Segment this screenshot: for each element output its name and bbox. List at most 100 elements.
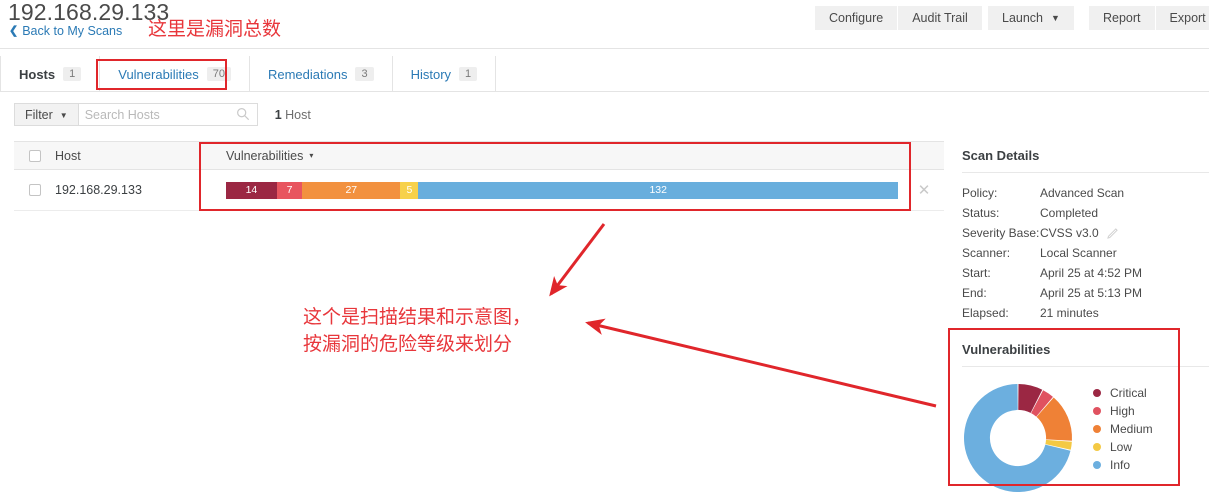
scan-detail-value-text: CVSS v3.0: [1040, 226, 1099, 240]
severity-segment-critical[interactable]: 14: [226, 181, 277, 199]
legend-item-high[interactable]: High: [1093, 402, 1153, 420]
legend-label: Low: [1110, 440, 1133, 454]
scan-detail-value: Local Scanner: [1040, 243, 1117, 263]
launch-button[interactable]: Launch ▼: [988, 6, 1074, 30]
scan-detail-value-text: 21 minutes: [1040, 306, 1099, 320]
severity-segment-medium[interactable]: 27: [302, 181, 401, 199]
scan-detail-key: Status:: [962, 206, 1000, 220]
column-header-host[interactable]: Host: [55, 149, 226, 163]
scan-detail-row: Status: Completed: [962, 203, 1202, 223]
scan-detail-value: April 25 at 5:13 PM: [1040, 283, 1142, 303]
scan-detail-row: Start: April 25 at 4:52 PM: [962, 263, 1202, 283]
scan-detail-value-text: Completed: [1040, 206, 1099, 220]
tab-vulnerabilities-label: Vulnerabilities: [118, 66, 199, 82]
scan-detail-value-text: Advanced Scan: [1040, 186, 1125, 200]
severity-bar[interactable]: 14 7 27 5 132: [226, 181, 898, 199]
tab-hosts[interactable]: Hosts 1: [0, 56, 101, 92]
legend-label: High: [1110, 404, 1135, 418]
row-checkbox[interactable]: [28, 184, 41, 196]
vulnerabilities-panel-divider: [962, 366, 1209, 367]
select-all-cell: [14, 149, 55, 162]
row-select-cell: [14, 184, 55, 196]
launch-button-group: Launch ▼: [988, 6, 1074, 30]
tab-remediations-label: Remediations: [267, 66, 348, 82]
scan-results-page: 192.168.29.133 ❮ Back to My Scans Config…: [0, 0, 1209, 500]
scan-detail-key: Policy:: [962, 186, 998, 200]
legend-label: Info: [1110, 458, 1131, 472]
header-buttons-left: Configure Audit Trail: [815, 6, 982, 30]
severity-segment-high[interactable]: 7: [276, 181, 303, 199]
tab-bar-divider: [0, 91, 1209, 92]
scan-details-divider: [962, 172, 1209, 173]
annotation-arrow-1: [549, 223, 606, 297]
legend-item-low[interactable]: Low: [1093, 438, 1153, 456]
search-input[interactable]: [78, 104, 227, 125]
chevron-down-icon: ▼: [1051, 13, 1060, 23]
tab-hosts-label: Hosts: [19, 66, 56, 82]
legend-item-critical[interactable]: Critical: [1093, 384, 1153, 402]
scan-detail-row: Scanner: Local Scanner: [962, 243, 1202, 263]
audit-trail-button[interactable]: Audit Trail: [897, 6, 982, 30]
tab-history-count: 1: [459, 67, 478, 81]
scan-detail-key: Elapsed:: [962, 306, 1009, 320]
column-header-vulnerabilities-label: Vulnerabilities: [226, 148, 304, 163]
table-row[interactable]: 192.168.29.133 14 7 27 5 132 ✕: [14, 170, 944, 211]
scan-detail-key: Start:: [962, 266, 991, 280]
legend-dot-low: [1093, 443, 1101, 451]
scan-detail-value: CVSS v3.0: [1040, 223, 1118, 243]
filter-bar: Filter ▼ 1 Host: [14, 103, 311, 126]
back-link-label: Back to My Scans: [22, 24, 123, 38]
scan-detail-key: Severity Base:: [962, 226, 1040, 240]
chevron-left-icon: ❮: [9, 24, 19, 37]
sort-caret-icon: ▾: [309, 151, 314, 160]
host-count: 1 Host: [275, 108, 311, 122]
legend-item-info[interactable]: Info: [1093, 456, 1153, 474]
page-title: 192.168.29.133: [8, 0, 170, 25]
filter-label: Filter: [25, 107, 53, 122]
severity-segment-low[interactable]: 5: [400, 181, 419, 199]
header-buttons-right: Report Export: [1089, 6, 1209, 30]
row-host: 192.168.29.133: [55, 183, 142, 197]
tab-vulnerabilities-count: 70: [206, 67, 231, 81]
search-icon[interactable]: [236, 107, 250, 121]
tab-history[interactable]: History 1: [393, 56, 497, 92]
tab-vulnerabilities[interactable]: Vulnerabilities 70: [100, 56, 250, 92]
legend-dot-high: [1093, 407, 1101, 415]
scan-detail-value-text: Local Scanner: [1040, 246, 1117, 260]
vulnerabilities-donut-chart[interactable]: [962, 382, 1074, 499]
scan-detail-value: 21 minutes: [1040, 303, 1099, 323]
scan-detail-row: End: April 25 at 5:13 PM: [962, 283, 1202, 303]
vulnerabilities-panel: Vulnerabilities: [962, 342, 1209, 377]
legend-dot-medium: [1093, 425, 1101, 433]
close-icon[interactable]: ✕: [904, 183, 944, 198]
hosts-table: Host Vulnerabilities ▾ 192.168.29.133 14…: [14, 141, 944, 211]
scan-detail-value: Completed: [1040, 203, 1098, 223]
scan-details-title: Scan Details: [962, 148, 1040, 163]
back-to-my-scans-link[interactable]: ❮ Back to My Scans: [9, 24, 122, 38]
scan-details-panel: Scan Details Policy: Advanced Scan Status:…: [962, 148, 1209, 323]
donut-legend: Critical High Medium Low Info: [1093, 384, 1153, 474]
row-vulnerabilities-cell: 14 7 27 5 132: [226, 181, 904, 199]
scan-detail-value-text: April 25 at 5:13 PM: [1040, 286, 1143, 300]
scan-detail-value-text: April 25 at 4:52 PM: [1040, 266, 1143, 280]
legend-item-medium[interactable]: Medium: [1093, 420, 1153, 438]
pencil-icon[interactable]: [1106, 227, 1118, 239]
scan-detail-key: End:: [962, 286, 987, 300]
report-button[interactable]: Report: [1089, 6, 1155, 30]
severity-segment-info[interactable]: 132: [418, 181, 898, 199]
configure-button[interactable]: Configure: [815, 6, 898, 30]
scan-detail-value: Advanced Scan: [1040, 183, 1124, 203]
host-count-label: Host: [285, 107, 311, 122]
select-all-checkbox[interactable]: [28, 149, 41, 162]
filter-dropdown-button[interactable]: Filter ▼: [14, 103, 78, 126]
tab-remediations[interactable]: Remediations 3: [250, 56, 393, 92]
column-header-vulnerabilities[interactable]: Vulnerabilities ▾: [226, 149, 904, 163]
tab-hosts-count: 1: [63, 67, 82, 81]
export-button[interactable]: Export: [1154, 6, 1209, 30]
annotation-note-middle-line1: 这个是扫描结果和示意图，: [303, 307, 532, 328]
legend-dot-info: [1093, 461, 1101, 469]
tab-remediations-count: 3: [355, 67, 374, 81]
scan-details-list: Policy: Advanced Scan Status: Completed Seve…: [962, 183, 1202, 323]
scan-detail-row: Policy: Advanced Scan: [962, 183, 1202, 203]
annotation-arrow-2: [585, 318, 937, 408]
